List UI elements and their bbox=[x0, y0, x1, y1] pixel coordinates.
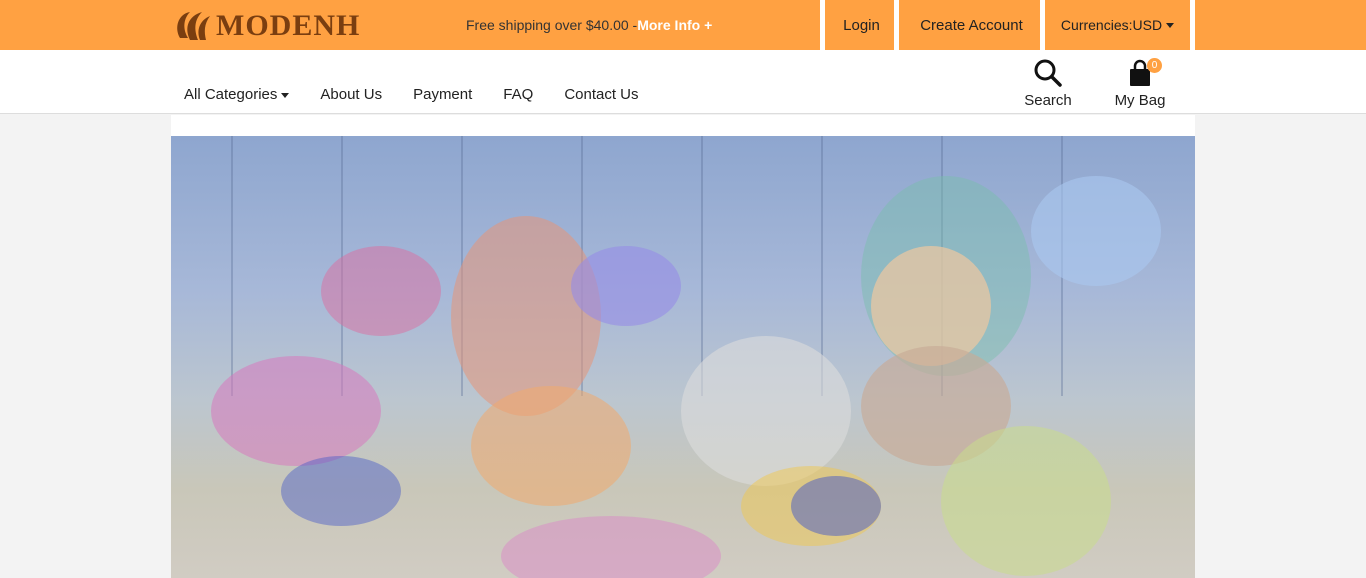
create-account-link[interactable]: Create Account bbox=[894, 0, 1044, 50]
create-account-label: Create Account bbox=[920, 16, 1023, 34]
menu-item-payment[interactable]: Payment bbox=[413, 86, 472, 103]
login-label: Login bbox=[843, 16, 880, 34]
menu-item-contact-us[interactable]: Contact Us bbox=[564, 86, 638, 103]
search-icon bbox=[1034, 59, 1062, 87]
menu-item-all-categories[interactable]: All Categories bbox=[184, 86, 290, 103]
bag-count-badge: 0 bbox=[1147, 58, 1162, 73]
login-link[interactable]: Login bbox=[820, 0, 898, 50]
currency-label: Currencies:USD bbox=[1060, 17, 1163, 33]
chevron-down-icon bbox=[281, 92, 290, 98]
brand-logo[interactable]: MODENH bbox=[172, 6, 360, 46]
my-bag-button[interactable]: 0 My Bag bbox=[1110, 58, 1170, 109]
logo-mark-icon bbox=[177, 12, 210, 40]
promo-text: Free shipping over $40.00 - bbox=[466, 17, 638, 33]
menu-item-about-us[interactable]: About Us bbox=[320, 86, 382, 103]
promo-banner: Free shipping over $40.00 -More Info + bbox=[466, 17, 712, 33]
category-menu: All Categories About Us Payment FAQ Cont… bbox=[184, 86, 670, 103]
hero-banner-image[interactable] bbox=[171, 136, 1195, 578]
top-bar: MODENH Free shipping over $40.00 -More I… bbox=[0, 0, 1366, 50]
all-categories-label: All Categories bbox=[184, 86, 278, 103]
menu-item-faq[interactable]: FAQ bbox=[503, 86, 533, 103]
chevron-down-icon bbox=[1166, 22, 1175, 28]
search-label: Search bbox=[1024, 92, 1072, 109]
brand-name: MODENH bbox=[216, 9, 361, 42]
more-info-link[interactable]: More Info + bbox=[637, 17, 712, 33]
main-nav: All Categories About Us Payment FAQ Cont… bbox=[0, 50, 1366, 114]
currency-dropdown[interactable]: Currencies:USD bbox=[1040, 0, 1195, 50]
search-button[interactable]: Search bbox=[1020, 58, 1076, 109]
bag-label: My Bag bbox=[1114, 92, 1166, 109]
